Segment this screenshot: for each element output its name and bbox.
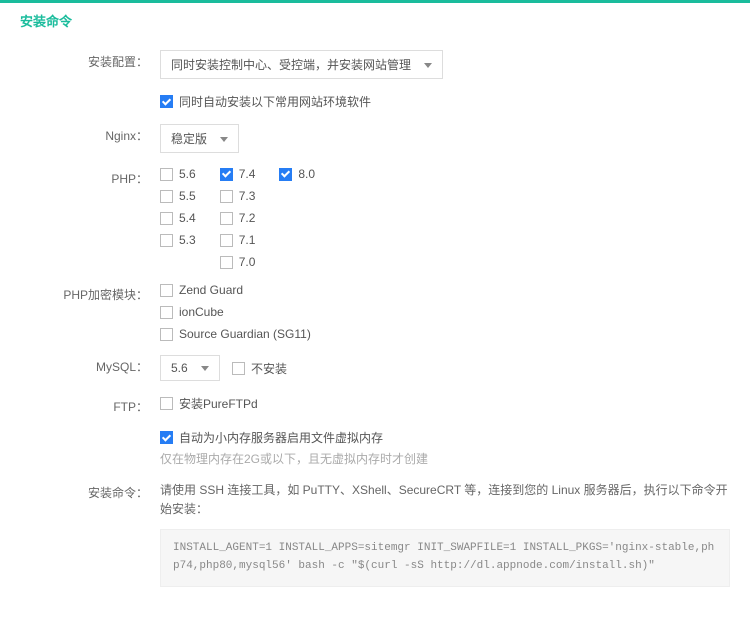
- php-version-label: 5.5: [179, 189, 196, 203]
- php-version-7-4[interactable]: 7.4: [220, 167, 256, 181]
- php-version-label: 7.1: [239, 233, 256, 247]
- row-ftp: FTP： 安装PureFTPd: [20, 395, 730, 415]
- select-mysql-version[interactable]: 5.6: [160, 355, 220, 381]
- select-install-config[interactable]: 同时安装控制中心、受控端，并安装网站管理: [160, 50, 443, 79]
- checkbox-icon: [160, 431, 173, 444]
- row-mysql: MySQL： 5.6 不安装: [20, 355, 730, 381]
- php-col-2: 7.4 7.3 7.2 7.1 7.0: [220, 167, 256, 269]
- php-version-7-0[interactable]: 7.0: [220, 255, 256, 269]
- php-version-7-3[interactable]: 7.3: [220, 189, 256, 203]
- page-title: 安装命令: [20, 11, 730, 30]
- select-mysql-value: 5.6: [171, 361, 188, 375]
- checkbox-icon: [220, 256, 233, 269]
- php-encryption-label: ionCube: [179, 305, 224, 319]
- checkbox-icon: [160, 328, 173, 341]
- row-install-config: 安装配置： 同时安装控制中心、受控端，并安装网站管理: [20, 50, 730, 79]
- select-nginx-value: 稳定版: [171, 132, 207, 146]
- checkbox-swap[interactable]: 自动为小内存服务器启用文件虚拟内存: [160, 429, 383, 446]
- php-version-7-2[interactable]: 7.2: [220, 211, 256, 225]
- php-version-label: 5.3: [179, 233, 196, 247]
- php-version-label: 5.6: [179, 167, 196, 181]
- checkbox-icon: [220, 190, 233, 203]
- row-php-encryption: PHP加密模块： Zend Guard ionCube Source Guardia…: [20, 283, 730, 341]
- php-version-5-4[interactable]: 5.4: [160, 211, 196, 225]
- label-php-encryption: PHP加密模块：: [20, 283, 160, 303]
- row-php: PHP： 5.6 5.5 5.4 5.3 7.4 7.3 7.2 7.1 7.0 8.0: [20, 167, 730, 269]
- chevron-down-icon: [220, 137, 228, 142]
- checkbox-icon: [160, 190, 173, 203]
- chevron-down-icon: [424, 63, 432, 68]
- php-version-label: 7.2: [239, 211, 256, 225]
- php-encryption-Source-Guardian-SG11-[interactable]: Source Guardian (SG11): [160, 327, 730, 341]
- php-version-7-1[interactable]: 7.1: [220, 233, 256, 247]
- label-ftp: FTP：: [20, 395, 160, 415]
- row-nginx: Nginx： 稳定版: [20, 124, 730, 153]
- checkbox-swap-label: 自动为小内存服务器启用文件虚拟内存: [179, 429, 383, 446]
- install-instruction: 请使用 SSH 连接工具，如 PuTTY、XShell、SecureCRT 等，…: [160, 481, 730, 519]
- php-col-1: 5.6 5.5 5.4 5.3: [160, 167, 196, 269]
- checkbox-icon: [220, 212, 233, 225]
- checkbox-icon: [160, 212, 173, 225]
- checkbox-ftp-label: 安装PureFTPd: [179, 395, 258, 412]
- php-version-label: 5.4: [179, 211, 196, 225]
- install-command-code[interactable]: INSTALL_AGENT=1 INSTALL_APPS=sitemgr INI…: [160, 529, 730, 586]
- php-version-label: 8.0: [298, 167, 315, 181]
- encryption-options: Zend Guard ionCube Source Guardian (SG11): [160, 283, 730, 341]
- page-container: 安装命令 安装配置： 同时安装控制中心、受控端，并安装网站管理 同时自动安装以下…: [0, 3, 750, 621]
- php-version-8-0[interactable]: 8.0: [279, 167, 315, 181]
- checkbox-icon: [220, 234, 233, 247]
- checkbox-mysql-noinstall[interactable]: 不安装: [232, 360, 287, 377]
- php-version-5-3[interactable]: 5.3: [160, 233, 196, 247]
- php-col-3: 8.0: [279, 167, 315, 269]
- label-php: PHP：: [20, 167, 160, 187]
- swap-hint: 仅在物理内存在2G或以下，且无虚拟内存时才创建: [160, 450, 730, 467]
- checkbox-icon: [279, 168, 292, 181]
- row-auto-install: 同时自动安装以下常用网站环境软件: [20, 93, 730, 110]
- select-nginx-version[interactable]: 稳定版: [160, 124, 239, 153]
- checkbox-icon: [232, 362, 245, 375]
- php-encryption-label: Zend Guard: [179, 283, 243, 297]
- php-version-label: 7.3: [239, 189, 256, 203]
- php-version-grid: 5.6 5.5 5.4 5.3 7.4 7.3 7.2 7.1 7.0 8.0: [160, 167, 730, 269]
- php-version-label: 7.4: [239, 167, 256, 181]
- label-mysql: MySQL：: [20, 355, 160, 375]
- checkbox-icon: [160, 306, 173, 319]
- label-nginx: Nginx：: [20, 124, 160, 144]
- checkbox-icon: [220, 168, 233, 181]
- checkbox-auto-install-env[interactable]: 同时自动安装以下常用网站环境软件: [160, 93, 371, 110]
- label-install-command: 安装命令：: [20, 481, 160, 501]
- checkbox-mysql-noinstall-label: 不安装: [251, 360, 287, 377]
- php-encryption-Zend-Guard[interactable]: Zend Guard: [160, 283, 730, 297]
- php-version-label: 7.0: [239, 255, 256, 269]
- row-install-command: 安装命令： 请使用 SSH 连接工具，如 PuTTY、XShell、Secure…: [20, 481, 730, 587]
- label-install-config: 安装配置：: [20, 50, 160, 70]
- checkbox-icon: [160, 284, 173, 297]
- php-encryption-label: Source Guardian (SG11): [179, 327, 311, 341]
- chevron-down-icon: [201, 366, 209, 371]
- checkbox-icon: [160, 397, 173, 410]
- row-swap: 自动为小内存服务器启用文件虚拟内存 仅在物理内存在2G或以下，且无虚拟内存时才创…: [20, 429, 730, 467]
- checkbox-icon: [160, 168, 173, 181]
- checkbox-icon: [160, 234, 173, 247]
- checkbox-ftp-pureftpd[interactable]: 安装PureFTPd: [160, 395, 258, 412]
- select-install-config-value: 同时安装控制中心、受控端，并安装网站管理: [171, 58, 411, 72]
- checkbox-icon: [160, 95, 173, 108]
- php-version-5-5[interactable]: 5.5: [160, 189, 196, 203]
- php-version-5-6[interactable]: 5.6: [160, 167, 196, 181]
- php-encryption-ionCube[interactable]: ionCube: [160, 305, 730, 319]
- checkbox-auto-install-label: 同时自动安装以下常用网站环境软件: [179, 93, 371, 110]
